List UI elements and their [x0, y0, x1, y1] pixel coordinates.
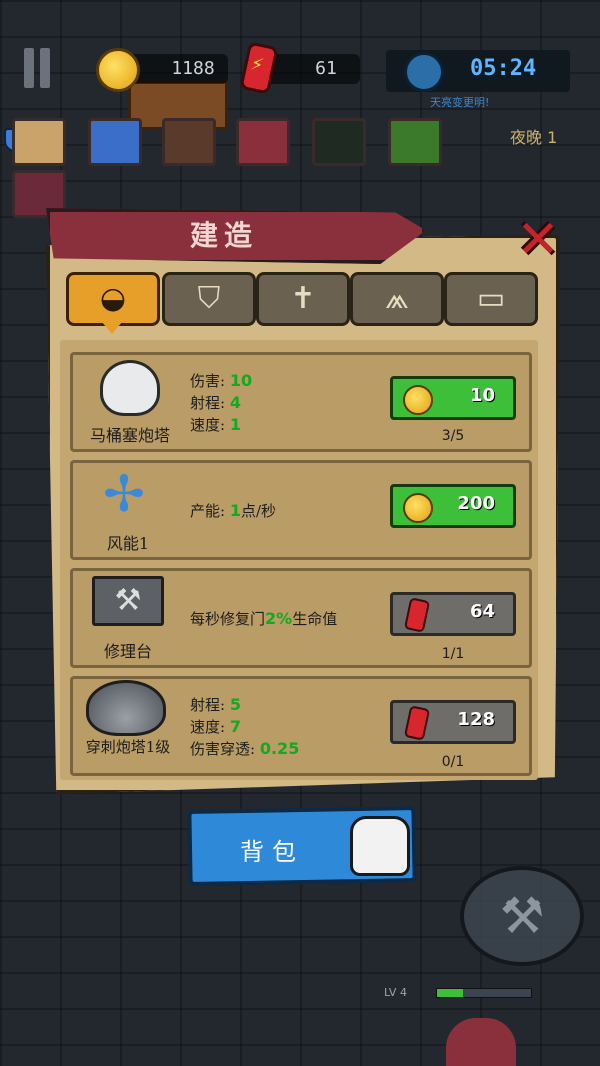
energy-battery-icon	[403, 705, 431, 741]
shield-tab-icon: ⛉	[197, 281, 221, 316]
pinwheel-icon: ✢	[103, 465, 145, 523]
enemy-vampire	[446, 1018, 516, 1066]
buy-button[interactable]: 64	[390, 592, 516, 636]
level-label: LV 4	[384, 986, 407, 999]
portrait-hooded[interactable]	[312, 118, 366, 166]
tab-shield[interactable]: ⛉	[162, 272, 256, 326]
tab-cannon[interactable]: ◒	[66, 272, 160, 326]
backpack-label: 背包	[240, 838, 304, 866]
portrait-helmet[interactable]	[388, 118, 442, 166]
energy-battery-icon	[239, 41, 279, 95]
item-name: 穿刺炮塔1级	[85, 738, 171, 756]
timer-subtitle: 天亮变更明!	[430, 96, 490, 109]
backpack-icon	[350, 816, 410, 876]
item-name: 马桶塞炮塔	[89, 426, 170, 445]
trap-icon: ⩕	[385, 281, 409, 316]
repair-description: 每秒修复门2%生命值	[190, 609, 338, 628]
coin-icon	[403, 385, 433, 415]
timer-text: 05:24	[470, 56, 537, 81]
coin-icon	[96, 48, 140, 92]
tab-pointer	[102, 322, 122, 334]
night-counter: 夜晚 1	[510, 128, 558, 147]
hammer-wrench-icon: ⚒	[499, 887, 545, 945]
tab-scroll[interactable]: ▭	[444, 272, 538, 326]
cross-icon: ✝	[290, 281, 316, 316]
item-name: 风能1	[106, 534, 150, 553]
level-progress-fill	[437, 989, 464, 997]
scroll-icon: ▭	[476, 281, 506, 316]
coin-icon	[403, 493, 433, 523]
tab-cross[interactable]: ✝	[256, 272, 350, 326]
stat-line: 速度: 1	[190, 415, 241, 434]
tab-trap[interactable]: ⩕	[350, 272, 444, 326]
repair-station-icon: ⚒	[92, 576, 164, 626]
portrait-redhair[interactable]	[236, 118, 290, 166]
portrait-bearded[interactable]	[162, 118, 216, 166]
close-button[interactable]: ✕	[512, 214, 564, 266]
build-count: 1/1	[441, 646, 465, 662]
plunger-turret-icon	[100, 360, 160, 416]
stat-line: 速度: 7	[190, 717, 241, 736]
buy-button[interactable]: 200	[390, 484, 516, 528]
item-name: 修理台	[103, 642, 152, 661]
cannon-icon: ◒	[99, 281, 127, 316]
piercing-turret-icon	[86, 680, 166, 736]
stat-line: 射程: 5	[190, 695, 241, 714]
pause-button[interactable]	[24, 48, 52, 88]
stat-line: 伤害穿透: 0.25	[190, 739, 300, 758]
buy-button[interactable]: 10	[390, 376, 516, 420]
energy-counter: 61	[262, 54, 360, 84]
stat-line: 产能: 1点/秒	[190, 501, 277, 520]
stat-line: 射程: 4	[190, 393, 241, 412]
stat-line: 伤害: 10	[190, 371, 253, 390]
portrait-crewmate[interactable]	[88, 118, 142, 166]
build-count: 3/5	[441, 428, 465, 444]
energy-battery-icon	[403, 597, 431, 633]
panel-title: 建造	[190, 219, 259, 252]
portrait-blonde[interactable]	[12, 118, 66, 166]
build-tools-button[interactable]: ⚒	[460, 866, 584, 966]
level-progress-bar	[436, 988, 532, 998]
wolf-moon-icon	[404, 52, 444, 92]
buy-button[interactable]: 128	[390, 700, 516, 744]
build-count: 0/1	[441, 754, 465, 770]
